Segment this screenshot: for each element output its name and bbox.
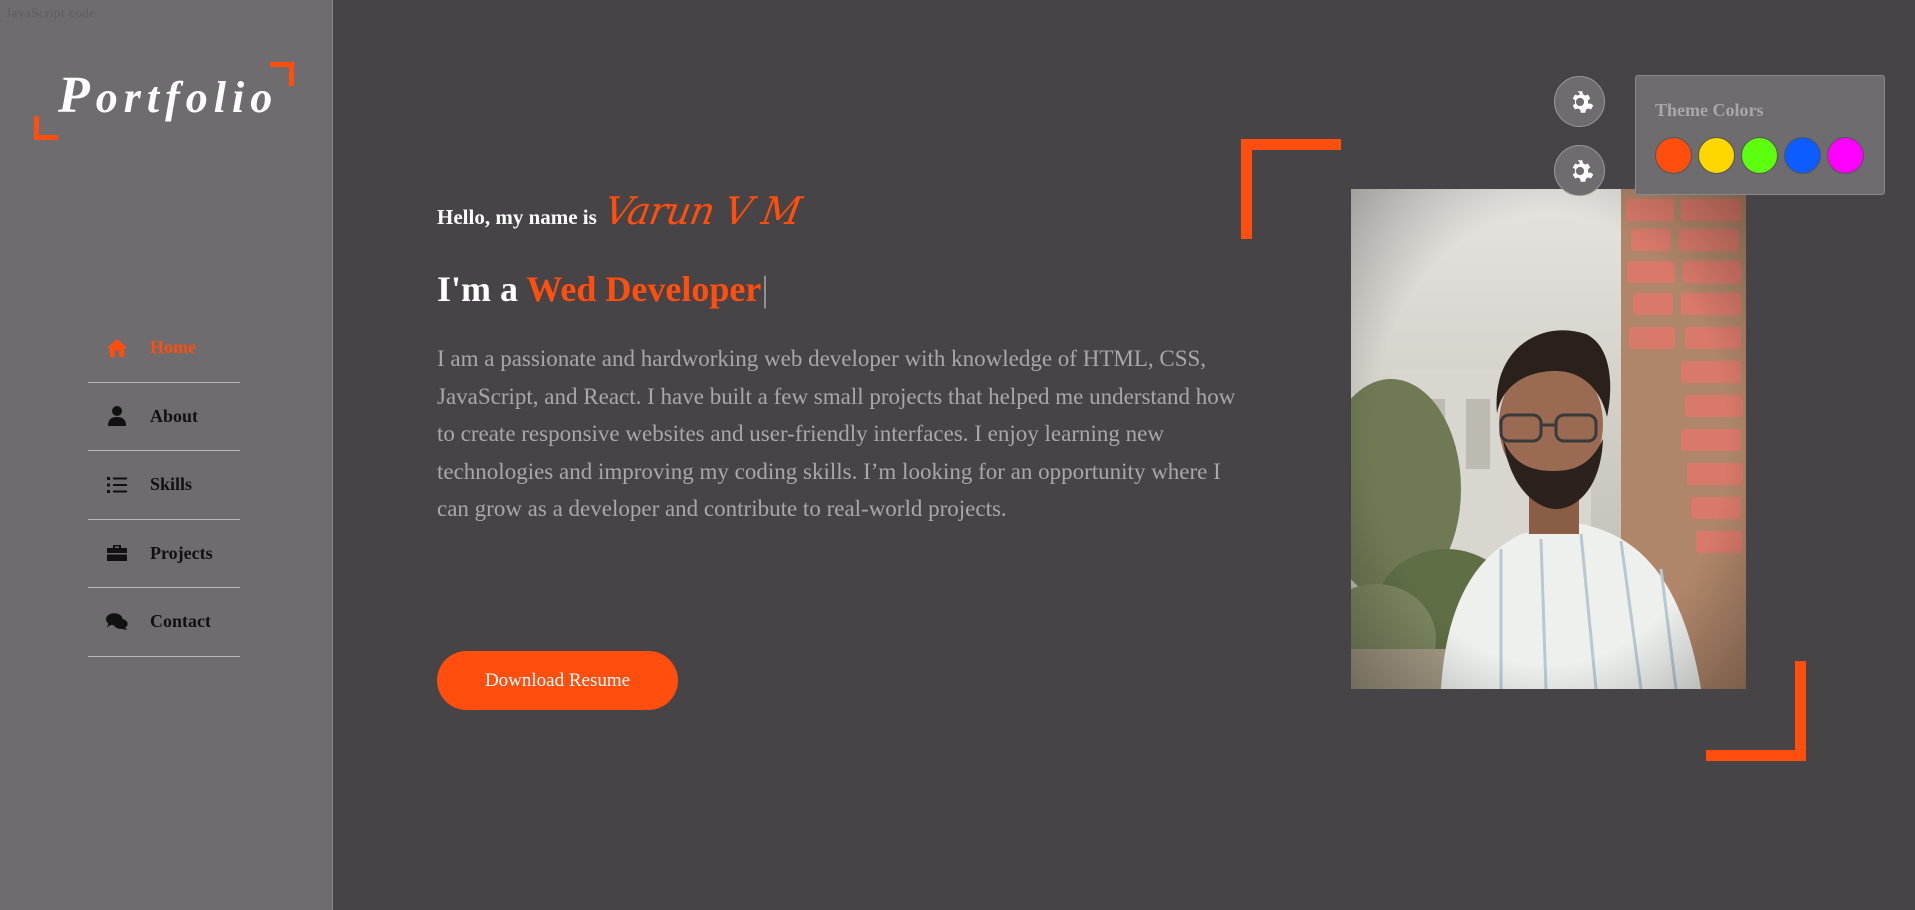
photo-frame-top-left bbox=[1241, 139, 1341, 239]
nav-item-label: Home bbox=[150, 337, 196, 358]
role-typed: Wed Developer bbox=[526, 269, 762, 309]
swatch-magenta[interactable] bbox=[1827, 137, 1864, 174]
user-icon bbox=[106, 405, 128, 427]
gear-icon bbox=[1572, 90, 1593, 113]
nav-item-about[interactable]: About bbox=[88, 383, 240, 451]
nav-item-home[interactable]: Home bbox=[88, 314, 240, 383]
theme-colors-title: Theme Colors bbox=[1655, 100, 1764, 120]
nav-item-skills[interactable]: Skills bbox=[88, 451, 240, 520]
logo-text: Portfolio bbox=[58, 67, 279, 124]
comments-icon bbox=[106, 611, 128, 633]
swatch-yellow[interactable] bbox=[1698, 137, 1735, 174]
briefcase-icon bbox=[106, 542, 128, 564]
theme-gear-button[interactable] bbox=[1554, 145, 1605, 196]
logo[interactable]: Portfolio bbox=[34, 62, 294, 140]
swatch-green[interactable] bbox=[1741, 137, 1778, 174]
list-icon bbox=[106, 474, 128, 496]
greeting-text: Hello, my name is bbox=[437, 205, 597, 229]
ghost-text: JavaScript code bbox=[6, 5, 96, 20]
swatch-orange[interactable] bbox=[1655, 137, 1692, 174]
bio-paragraph: I am a passionate and hardworking web de… bbox=[437, 346, 1236, 521]
hero-name: Varun V M bbox=[600, 189, 804, 233]
profile-photo bbox=[1351, 189, 1746, 689]
theme-swatches bbox=[1655, 137, 1864, 174]
home-icon bbox=[106, 337, 128, 359]
main-nav: Home About Skills Projects Contact bbox=[88, 314, 240, 657]
sidebar: JavaScript code Portfolio Home About Ski… bbox=[0, 0, 333, 910]
swatch-blue[interactable] bbox=[1784, 137, 1821, 174]
nav-item-label: Projects bbox=[150, 542, 213, 563]
theme-colors-panel: Theme Colors bbox=[1635, 75, 1885, 195]
nav-item-label: About bbox=[150, 405, 199, 426]
typing-cursor: | bbox=[761, 269, 769, 309]
nav-item-projects[interactable]: Projects bbox=[88, 520, 240, 588]
nav-item-contact[interactable]: Contact bbox=[88, 588, 240, 657]
nav-item-label: Skills bbox=[150, 474, 193, 495]
role-heading: I'm a Wed Developer| bbox=[437, 268, 769, 310]
greeting: Hello, my name is Varun V M bbox=[437, 189, 804, 233]
settings-gear-button[interactable] bbox=[1554, 76, 1605, 127]
download-resume-button[interactable]: Download Resume bbox=[437, 651, 678, 710]
gear-icon bbox=[1572, 159, 1593, 182]
role-prefix: I'm a bbox=[437, 269, 518, 309]
nav-item-label: Contact bbox=[150, 611, 211, 632]
logo-corner-bottom-left bbox=[34, 116, 58, 140]
